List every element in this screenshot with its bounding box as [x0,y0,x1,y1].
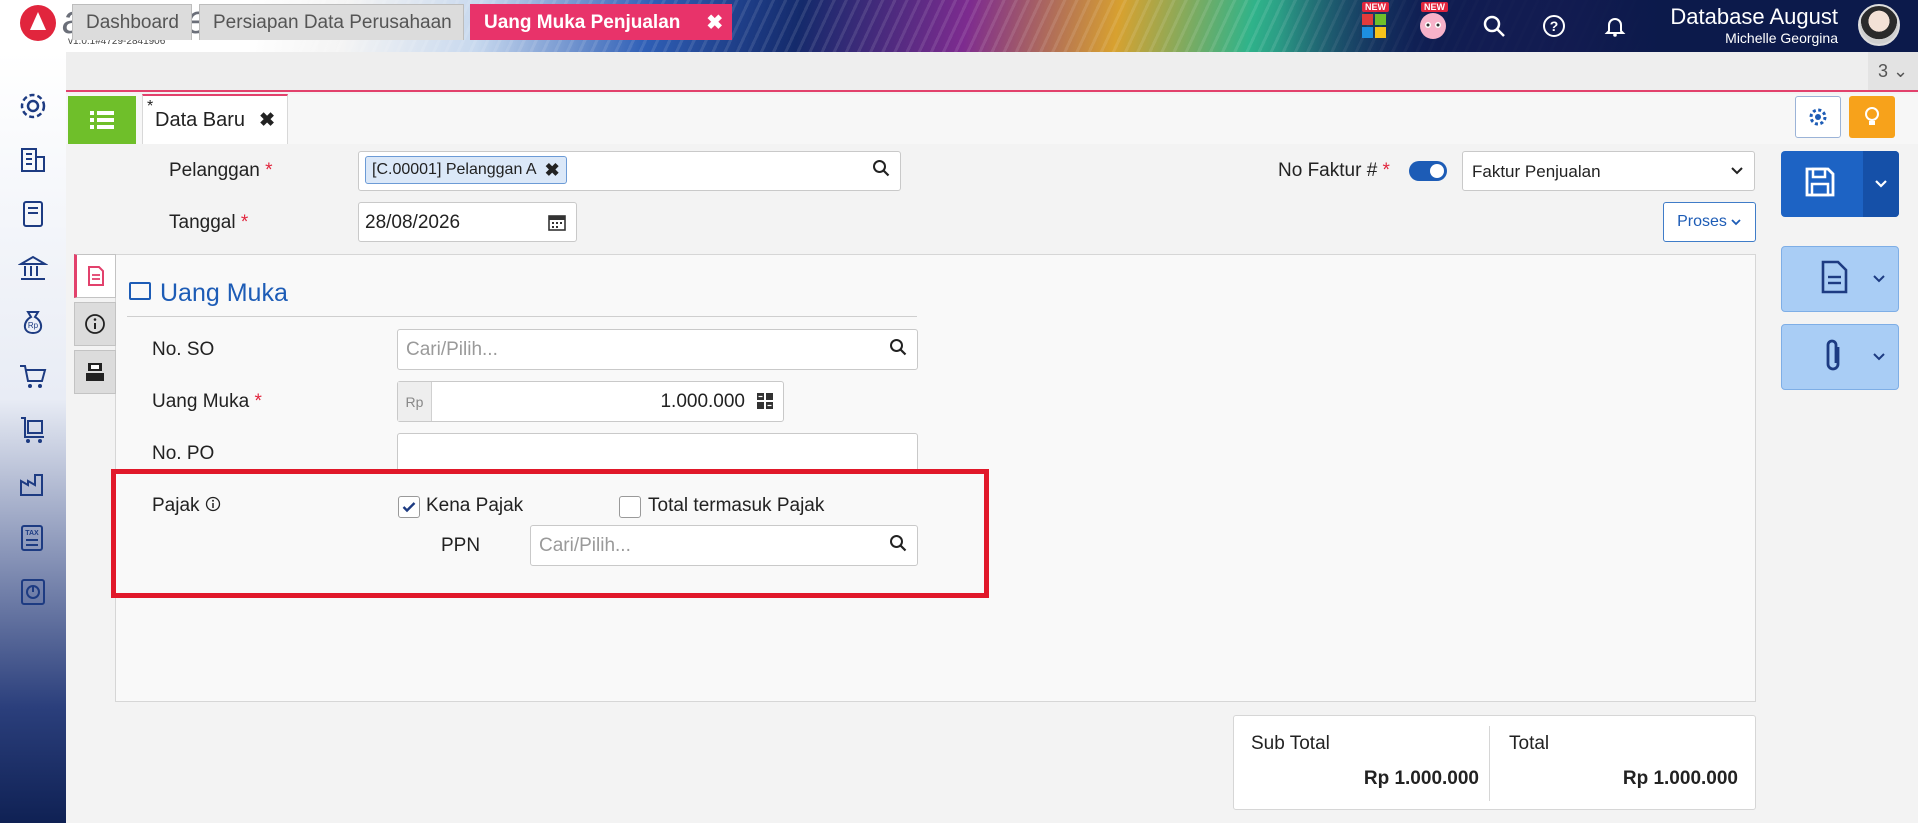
customer-chip[interactable]: [C.00001] Pelanggan A ✖ [365,156,567,184]
gear-icon[interactable] [17,90,49,122]
uang-muka-value: 1.000.000 [660,391,745,412]
tab-label: Persiapan Data Perusahaan [213,11,452,33]
close-icon[interactable]: ✖ [259,109,275,132]
no-so-label: No. SO [152,339,215,360]
paperclip-icon [1818,337,1848,384]
chevron-down-icon [1730,164,1744,182]
cart-icon[interactable] [17,360,49,392]
total-value: Rp 1.000.000 [1622,768,1738,789]
list-icon [90,111,114,129]
no-faktur-toggle[interactable] [1409,161,1447,181]
cash-register-icon [86,363,104,381]
svg-text:TAX: TAX [25,530,39,537]
tax-icon[interactable]: TAX [17,522,49,554]
settings-button[interactable] [1795,96,1841,138]
info-icon [85,314,105,334]
tab-label: Dashboard [86,11,179,33]
vtab-info[interactable] [74,302,116,346]
vtab-cash-register[interactable] [74,350,116,394]
proses-button[interactable]: Proses [1663,202,1756,242]
highlight-box [111,469,989,598]
subtab-data-baru[interactable]: * Data Baru ✖ [142,94,288,144]
sub-total-label: Sub Total [1251,733,1330,754]
help-icon[interactable]: ? [1536,8,1572,44]
document-icon [88,266,104,286]
search-icon[interactable] [1476,8,1512,44]
chevron-down-icon [1872,349,1886,367]
close-icon[interactable]: ✖ [706,10,723,35]
calculator-icon[interactable] [756,392,774,415]
faktur-type-value: Faktur Penjualan [1472,162,1601,181]
accurate-logo-icon[interactable] [20,5,56,41]
unsaved-marker: * [147,98,154,115]
total-label: Total [1509,733,1550,754]
save-icon [1803,165,1837,208]
tanggal-field[interactable]: 28/08/2026 [358,202,577,242]
summary-box: Sub Total Rp 1.000.000 Total Rp 1.000.00… [1233,715,1756,810]
new-badge: NEW [1362,2,1389,12]
document-action-button[interactable] [1781,246,1899,312]
chevron-down-icon [1872,271,1886,289]
document-icon [1818,259,1850,304]
no-faktur-label: No Faktur # * [1278,160,1390,181]
tanggal-label: Tanggal * [169,212,249,233]
report-icon[interactable] [17,576,49,608]
svg-text:?: ? [1550,18,1559,34]
section-title: Uang Muka [160,279,288,307]
search-icon[interactable] [872,159,890,183]
chevron-down-icon[interactable] [1863,151,1899,217]
uang-muka-label: Uang Muka * [152,391,262,412]
summary-divider [1489,726,1490,801]
tab-count-dropdown[interactable]: 3 ⌄ [1868,52,1918,90]
money-bag-icon[interactable]: Rp [17,306,49,338]
customer-chip-label: [C.00001] Pelanggan A [372,161,537,178]
new-badge: NEW [1421,2,1448,12]
svg-text:Rp: Rp [28,321,39,330]
building-icon[interactable] [17,144,49,176]
no-so-placeholder: Cari/Pilih... [406,339,498,360]
tab-dashboard[interactable]: Dashboard [72,4,192,40]
user-name[interactable]: Michelle Georgina [1725,30,1838,46]
lightbulb-icon [1865,107,1879,125]
attachment-action-button[interactable] [1781,324,1899,390]
faktur-type-select[interactable]: Faktur Penjualan [1462,151,1755,191]
search-icon[interactable] [889,338,907,362]
trolley-icon[interactable] [17,414,49,446]
subtab-label: Data Baru [155,108,246,131]
remove-icon[interactable]: ✖ [545,160,560,181]
tanggal-value: 28/08/2026 [365,212,461,233]
avatar[interactable] [1858,4,1900,46]
database-name[interactable]: Database August [1670,4,1838,30]
calendar-icon[interactable] [548,213,566,236]
section-divider [127,316,917,317]
save-button[interactable] [1781,151,1899,217]
apps-grid-icon[interactable]: NEW [1356,2,1392,44]
factory-icon[interactable] [17,468,49,500]
uang-muka-field[interactable]: Rp 1.000.000 [397,381,784,422]
list-view-button[interactable] [68,96,136,144]
tab-persiapan-data[interactable]: Persiapan Data Perusahaan [199,4,464,40]
no-po-label: No. PO [152,443,215,464]
no-so-field[interactable]: Cari/Pilih... [397,329,918,370]
chevron-down-icon [1731,219,1741,226]
tab-uang-muka-penjualan[interactable]: Uang Muka Penjualan ✖ [470,4,732,40]
book-icon[interactable] [17,198,49,230]
bell-icon[interactable] [1597,8,1633,44]
sub-total-value: Rp 1.000.000 [1363,768,1479,789]
proses-label: Proses [1677,213,1727,230]
gear-icon [1809,108,1827,126]
left-sidebar: Rp TAX [0,52,66,823]
pelanggan-field[interactable]: [C.00001] Pelanggan A ✖ [358,151,901,191]
tab-bar [66,52,1918,92]
tips-button[interactable] [1849,96,1895,138]
pelanggan-label: Pelanggan * [169,160,273,181]
money-icon [129,282,151,300]
sub-toolbar [66,94,1918,144]
currency-prefix: Rp [398,382,432,421]
bank-icon[interactable] [17,252,49,284]
tab-label: Uang Muka Penjualan [484,11,681,33]
mascot-icon[interactable]: NEW [1415,2,1451,44]
vtab-detail[interactable] [74,254,116,298]
no-po-field[interactable] [397,433,918,474]
